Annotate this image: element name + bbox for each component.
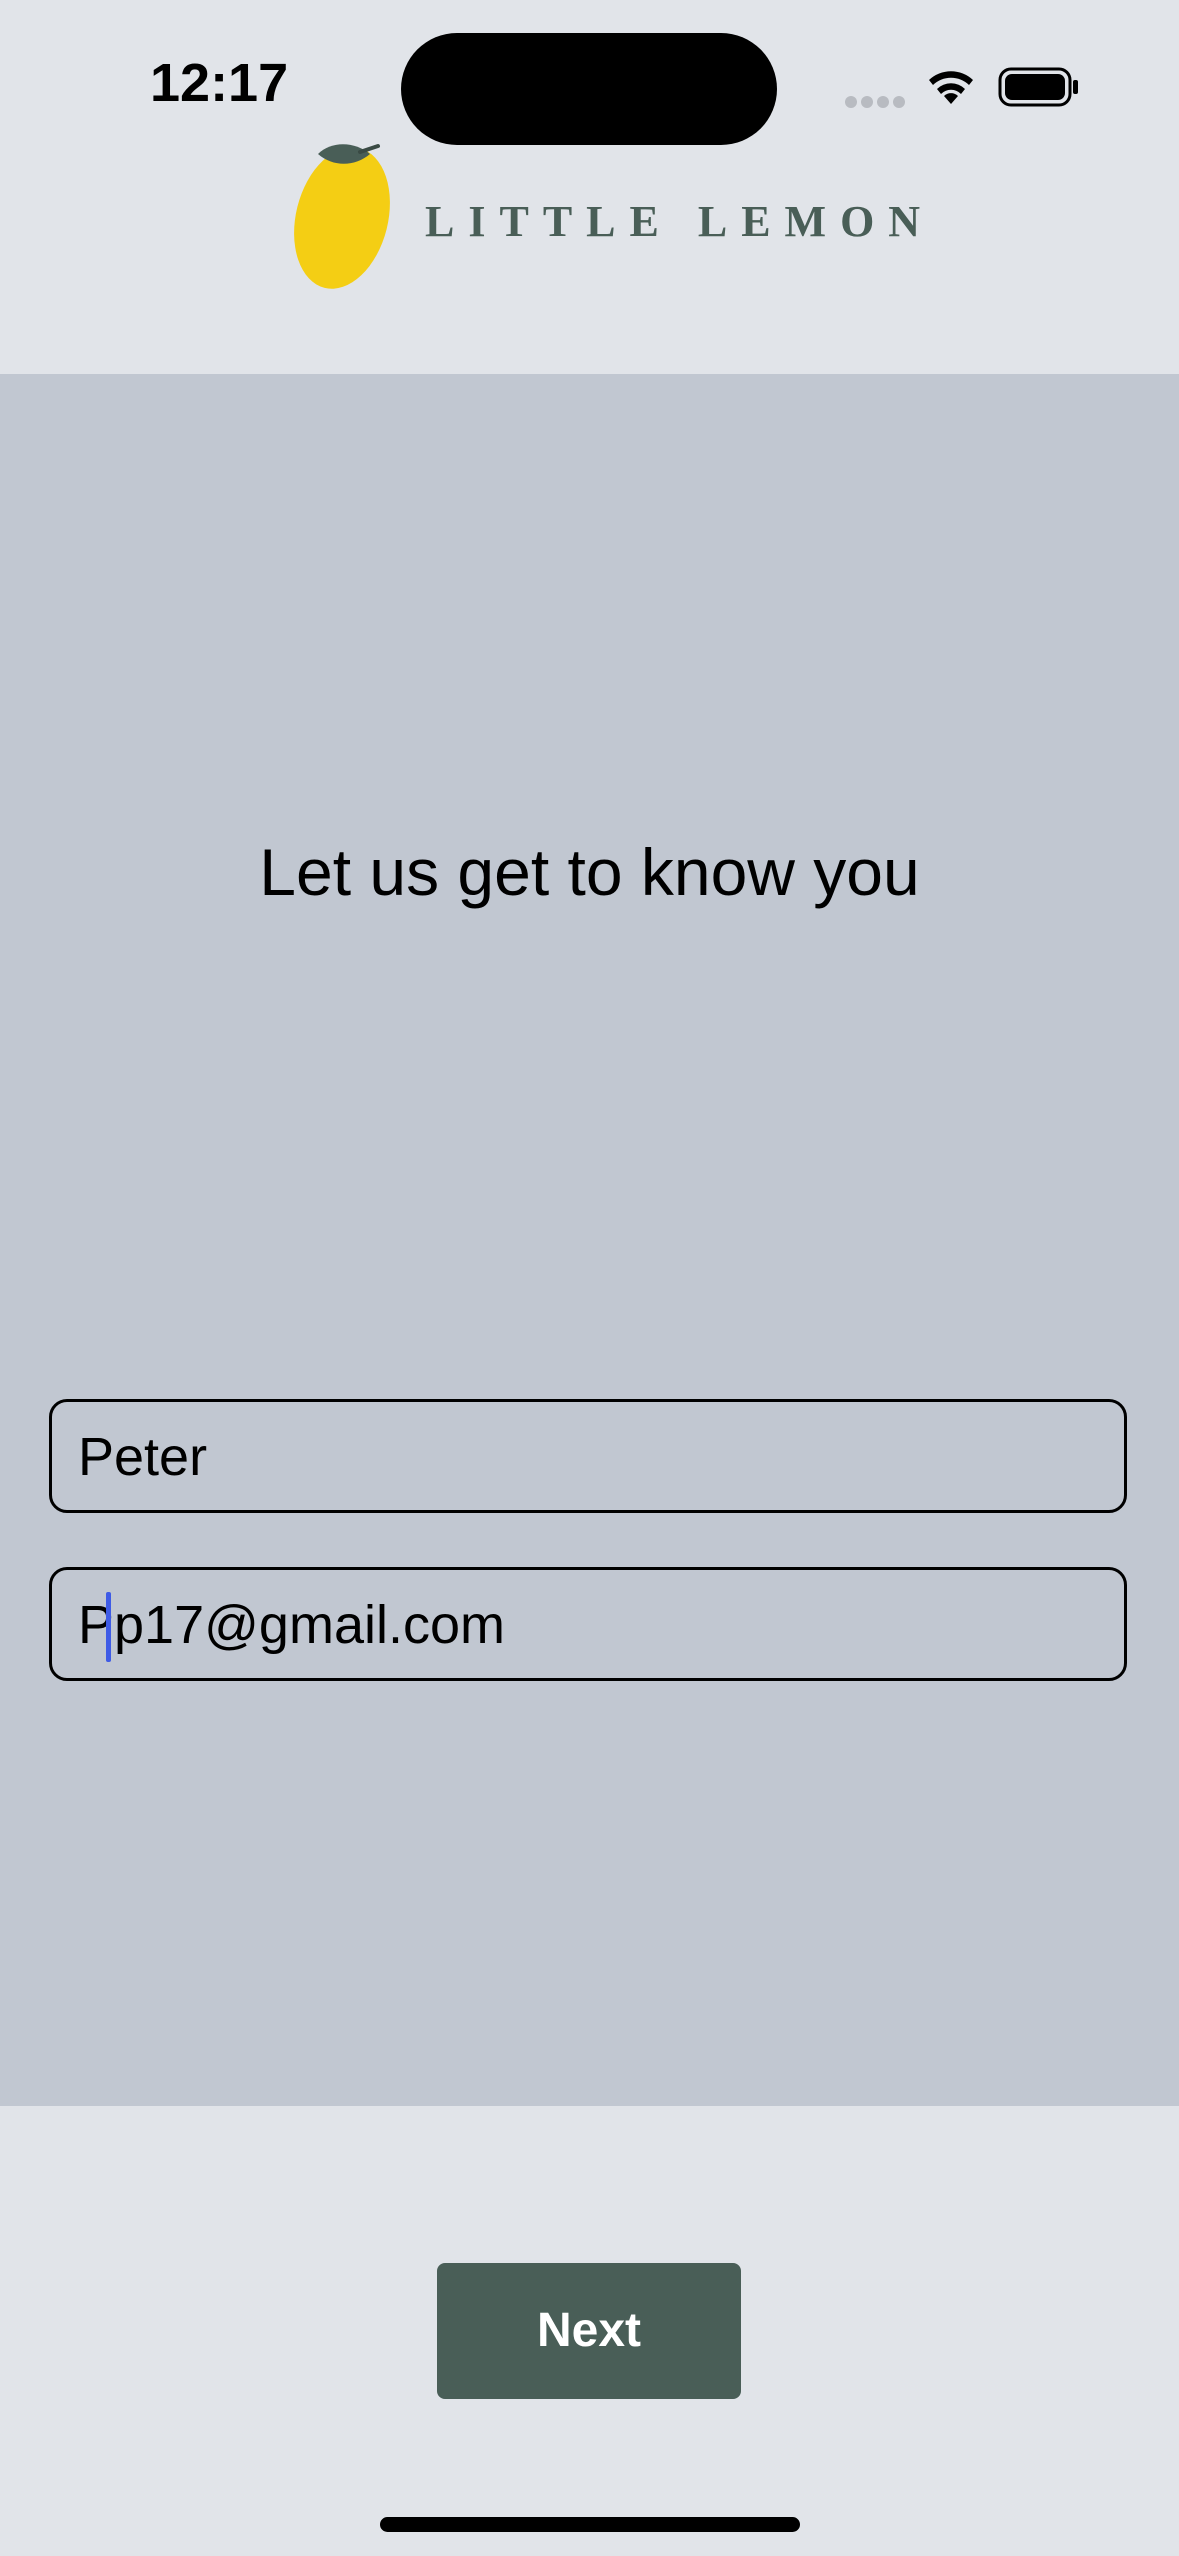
battery-icon bbox=[998, 67, 1078, 107]
status-time: 12:17 bbox=[150, 53, 289, 113]
email-field[interactable]: Pp17@gmail.com bbox=[49, 1567, 1127, 1681]
status-bar: 12:17 bbox=[0, 0, 1179, 145]
logo-text: LITTLE LEMON bbox=[425, 197, 935, 246]
wifi-icon bbox=[929, 71, 973, 104]
dynamic-island bbox=[401, 33, 777, 145]
first-name-value: Peter bbox=[78, 1427, 208, 1487]
text-cursor bbox=[106, 1592, 111, 1662]
lemon-icon bbox=[294, 144, 390, 289]
next-button[interactable]: Next bbox=[437, 2263, 741, 2399]
form-title: Let us get to know you bbox=[259, 835, 920, 909]
home-indicator bbox=[380, 2517, 800, 2532]
email-value: Pp17@gmail.com bbox=[78, 1595, 505, 1655]
onboarding-form-panel: Let us get to know you Peter Pp17@gmail.… bbox=[0, 374, 1179, 2106]
cellular-signal-icon bbox=[845, 96, 905, 108]
app-logo: LITTLE LEMON bbox=[290, 140, 920, 300]
first-name-field[interactable]: Peter bbox=[49, 1399, 1127, 1513]
